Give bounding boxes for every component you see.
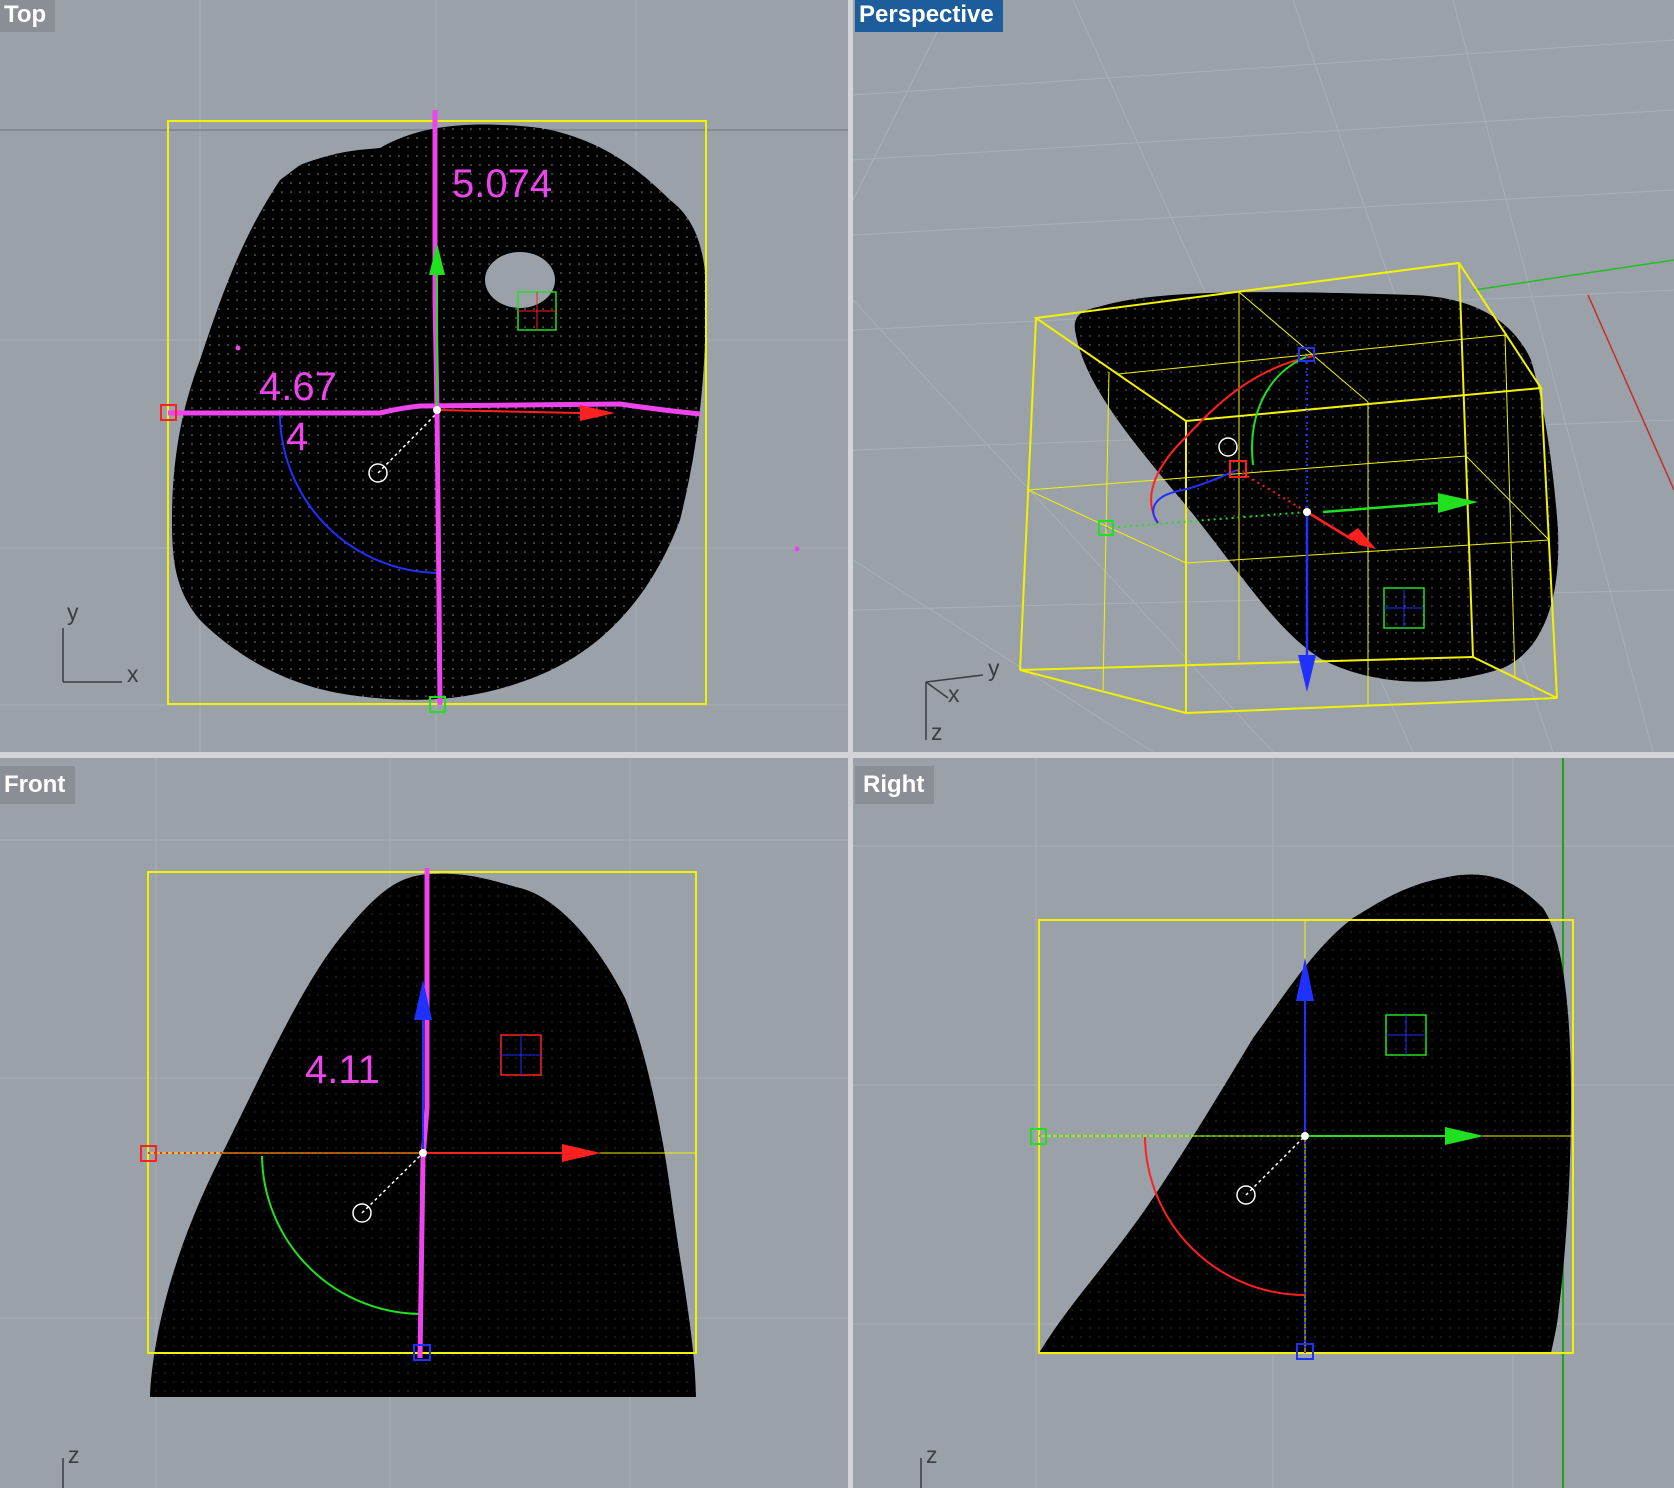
svg-text:y: y [67,599,79,625]
axis-indicator: z [920,1442,938,1488]
svg-text:z: z [931,719,943,745]
viewport-title-perspective[interactable]: Perspective [855,0,1003,32]
rock-hole [485,252,555,308]
svg-text:z: z [926,1442,938,1468]
svg-text:y: y [988,655,1000,681]
viewport-front-canvas[interactable]: 4.11 z [0,758,848,1488]
gizmo-origin[interactable] [1301,1132,1309,1140]
dimension-angle-label: 4 [286,415,308,459]
gizmo-origin[interactable] [433,406,441,414]
viewport-right-canvas[interactable]: z [853,758,1674,1488]
viewport-right[interactable]: z Right [853,758,1674,1488]
svg-text:x: x [948,681,960,707]
world-x-axis [1587,294,1674,491]
viewport-perspective[interactable]: y x z Perspective [853,0,1674,752]
gizmo-origin[interactable] [419,1149,427,1157]
dimension-height-label: 5.074 [452,162,552,206]
viewport-top[interactable]: 5.074 4.67 4 y x Top [0,0,848,752]
viewport-front[interactable]: 4.11 z Front [0,758,848,1488]
viewport-perspective-canvas[interactable]: y x z [853,0,1674,752]
snap-point [794,546,800,552]
svg-text:z: z [68,1442,80,1468]
gizmo-origin[interactable] [1303,508,1311,516]
axis-indicator: y x [62,599,139,687]
viewport-title-right[interactable]: Right [855,766,935,804]
viewport-title-front[interactable]: Front [0,766,76,804]
rock-mesh[interactable] [1074,292,1559,682]
viewport-title-top[interactable]: Top [0,0,56,32]
world-y-axis [1473,259,1674,291]
move-gizmo-icon[interactable] [1298,655,1316,692]
svg-text:x: x [127,661,139,687]
dimension-width-label: 4.67 [259,365,337,409]
snap-point [235,345,241,351]
axis-indicator: y x z [925,655,1000,745]
dimension-height-label: 4.11 [305,1048,380,1092]
viewport-top-canvas[interactable]: 5.074 4.67 4 y x [0,0,848,752]
axis-indicator: z [62,1442,80,1488]
